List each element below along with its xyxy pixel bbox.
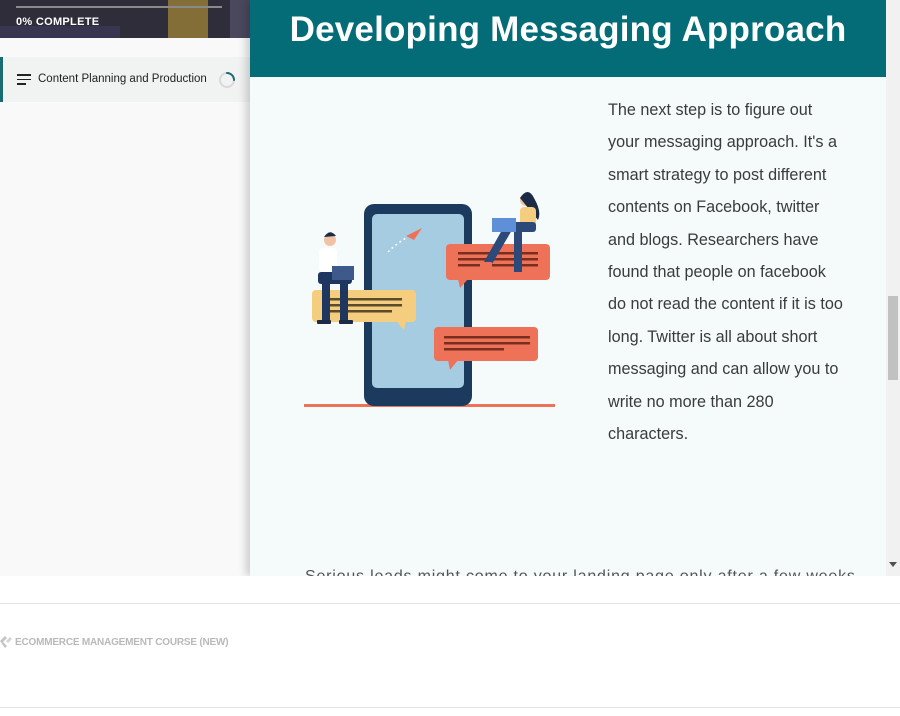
course-sidebar: 0% COMPLETE Content Planning and Product… — [0, 0, 250, 576]
messaging-illustration — [304, 192, 555, 407]
lesson-paragraph: The next step is to figure out your mess… — [608, 101, 843, 444]
lesson-next-paragraph: Serious leads might come to your landing… — [305, 568, 855, 576]
lesson-title: Developing Messaging Approach — [289, 10, 847, 49]
footer-course-link[interactable]: ECOMMERCE MANAGEMENT COURSE (NEW) — [0, 636, 229, 648]
scrollbar-thumb[interactable] — [888, 296, 898, 380]
lesson-header: Developing Messaging Approach — [250, 0, 886, 77]
sidebar-item-content-planning[interactable]: Content Planning and Production — [0, 57, 250, 102]
course-progress-header: 0% COMPLETE — [0, 0, 250, 38]
course-logo-icon — [0, 636, 12, 648]
menu-lines-icon — [17, 74, 31, 85]
content-scrollbar[interactable] — [886, 0, 900, 576]
course-frame: 0% COMPLETE Content Planning and Product… — [0, 0, 900, 576]
course-progress-bar — [16, 6, 222, 8]
header-image-decoration — [230, 0, 250, 38]
scroll-down-arrow-icon[interactable] — [889, 562, 897, 567]
footer-course-label: ECOMMERCE MANAGEMENT COURSE (NEW) — [15, 636, 229, 648]
sidebar-item-label: Content Planning and Production — [38, 73, 207, 85]
footer-divider — [0, 707, 900, 708]
lesson-content: Developing Messaging Approach The next s… — [250, 0, 886, 576]
progress-ring-icon — [219, 72, 235, 88]
course-progress-text: 0% COMPLETE — [16, 16, 100, 28]
footer-divider — [0, 603, 900, 604]
